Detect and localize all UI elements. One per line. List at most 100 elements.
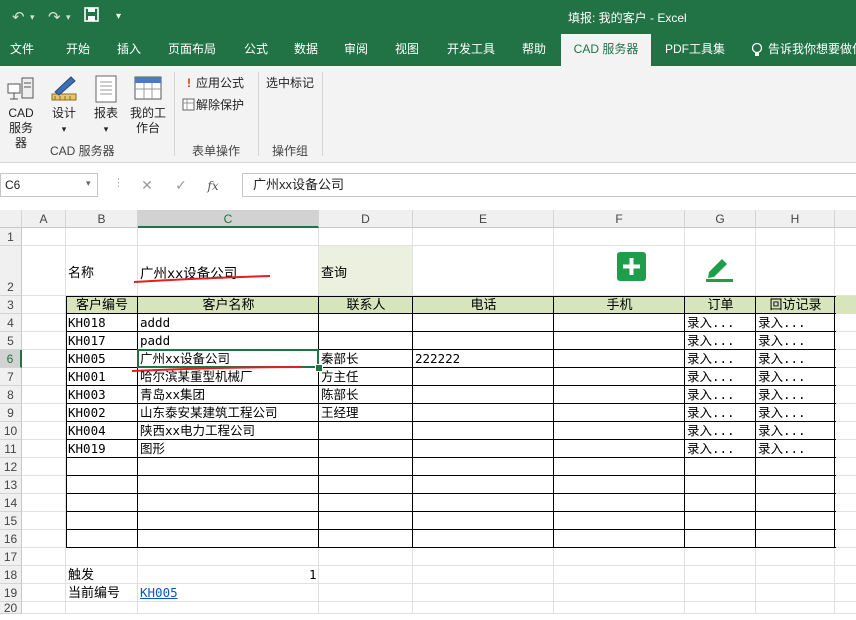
table-cell[interactable]: 录入...	[756, 332, 806, 350]
table-cell[interactable]: 录入...	[685, 368, 735, 386]
row-header-5[interactable]: 5	[0, 332, 22, 350]
tab-insert[interactable]: 插入	[108, 34, 150, 66]
apply-formula-button[interactable]: ! 应用公式	[182, 74, 244, 91]
table-cell[interactable]: 录入...	[756, 422, 806, 440]
cancel-icon[interactable]: ✕	[130, 173, 164, 197]
fill-handle[interactable]	[315, 364, 323, 372]
tab-developer[interactable]: 开发工具	[440, 34, 502, 66]
tell-me-search[interactable]: 告诉我你想要做什	[768, 34, 856, 66]
row-header-3[interactable]: 3	[0, 296, 22, 314]
select-mark-button[interactable]: 选中标记	[266, 74, 314, 91]
row-header-4[interactable]: 4	[0, 314, 22, 332]
row-header-1[interactable]: 1	[0, 228, 22, 246]
row-header-16[interactable]: 16	[0, 530, 22, 548]
apply-formula-label: 应用公式	[196, 76, 245, 90]
column-header-h[interactable]: H	[756, 210, 835, 228]
row-header-13[interactable]: 13	[0, 476, 22, 494]
select-all-corner[interactable]	[0, 210, 22, 228]
chevron-down-icon[interactable]: ▾	[30, 12, 35, 23]
row-header-2[interactable]: 2	[0, 246, 22, 296]
column-header-a[interactable]: A	[22, 210, 66, 228]
table-border	[66, 493, 836, 494]
design-button[interactable]: 设计 ▾	[46, 74, 82, 137]
table-cell: KH002	[68, 405, 106, 420]
column-header-e[interactable]: E	[413, 210, 554, 228]
my-workbench-button[interactable]: 我的工作台	[126, 74, 170, 136]
query-button[interactable]: 查询	[319, 262, 347, 281]
table-cell[interactable]: 录入...	[685, 314, 735, 332]
trigger-value: 1	[309, 567, 317, 582]
tab-formulas[interactable]: 公式	[236, 34, 276, 66]
selected-cell-outline[interactable]	[137, 349, 319, 368]
column-header-d[interactable]: D	[319, 210, 413, 228]
row-header-18[interactable]: 18	[0, 566, 22, 584]
row-header-11[interactable]: 11	[0, 440, 22, 458]
group-divider	[174, 72, 175, 156]
column-header-g[interactable]: G	[685, 210, 756, 228]
chevron-down-icon[interactable]: ▾	[66, 12, 71, 23]
remove-protection-button[interactable]: 解除保护	[182, 96, 244, 114]
customize-toolbar-icon[interactable]: ▾	[116, 11, 121, 22]
row-header-10[interactable]: 10	[0, 422, 22, 440]
row-header-9[interactable]: 9	[0, 404, 22, 422]
report-button[interactable]: 报表 ▾	[88, 74, 124, 137]
table-border	[66, 385, 836, 386]
table-header-7: 回访记录	[756, 296, 835, 314]
tab-file[interactable]: 文件	[0, 34, 44, 66]
table-cell[interactable]: 录入...	[685, 386, 735, 404]
cad-server-button[interactable]: CAD 服务器	[0, 74, 42, 151]
row-header-7[interactable]: 7	[0, 368, 22, 386]
save-icon[interactable]	[84, 7, 99, 26]
add-button[interactable]	[617, 252, 646, 281]
table-cell[interactable]: 录入...	[756, 314, 806, 332]
table-cell: 山东泰安某建筑工程公司	[140, 405, 278, 420]
edit-button[interactable]	[703, 252, 735, 282]
name-input-value[interactable]: 广州xx设备公司	[138, 262, 237, 282]
table-cell[interactable]: 录入...	[756, 386, 806, 404]
column-header-f[interactable]: F	[554, 210, 685, 228]
name-box[interactable]: C6	[0, 173, 98, 197]
column-header-b[interactable]: B	[66, 210, 138, 228]
formula-input[interactable]: 广州xx设备公司	[242, 173, 856, 197]
table-cell[interactable]: 录入...	[756, 368, 806, 386]
table-border	[66, 421, 836, 422]
table-cell[interactable]: 录入...	[685, 350, 735, 368]
tab-help[interactable]: 帮助	[514, 34, 554, 66]
table-cell: KH003	[68, 387, 106, 402]
table-cell[interactable]: 录入...	[685, 332, 735, 350]
redo-icon[interactable]: ↷	[48, 8, 61, 26]
row-header-19[interactable]: 19	[0, 584, 22, 602]
tab-page-layout[interactable]: 页面布局	[160, 34, 224, 66]
undo-icon[interactable]: ↶	[12, 8, 25, 26]
table-cell[interactable]: 录入...	[685, 404, 735, 422]
tab-pdf-tools[interactable]: PDF工具集	[660, 34, 730, 66]
current-id-link[interactable]: KH005	[138, 584, 178, 602]
row-header-6[interactable]: 6	[0, 350, 22, 368]
table-cell[interactable]: 录入...	[756, 350, 806, 368]
tab-view[interactable]: 视图	[387, 34, 427, 66]
table-cell: KH018	[68, 315, 106, 330]
table-cell[interactable]: 录入...	[756, 440, 806, 458]
table-header-3: 联系人	[319, 296, 413, 314]
window-title: 填报: 我的客户 - Excel	[568, 11, 687, 25]
chevron-down-icon[interactable]: ▾	[86, 178, 91, 189]
table-header-2: 客户名称	[138, 296, 319, 314]
table-cell[interactable]: 录入...	[685, 422, 735, 440]
column-header-c[interactable]: C	[138, 210, 319, 228]
gridline-h	[22, 613, 856, 614]
table-cell[interactable]: 录入...	[756, 404, 806, 422]
table-cell[interactable]: 录入...	[685, 440, 735, 458]
row-header-17[interactable]: 17	[0, 548, 22, 566]
tab-home[interactable]: 开始	[56, 34, 100, 66]
row-header-20[interactable]: 20	[0, 602, 22, 614]
tab-data[interactable]: 数据	[286, 34, 326, 66]
tab-review[interactable]: 审阅	[336, 34, 376, 66]
row-header-14[interactable]: 14	[0, 494, 22, 512]
tab-cad-server[interactable]: CAD 服务器	[561, 34, 651, 66]
enter-icon[interactable]: ✓	[164, 173, 198, 197]
ribbon-tabs: 文件 开始 插入 页面布局 公式 数据 审阅 视图 开发工具 帮助 CAD 服务…	[0, 34, 856, 66]
row-header-15[interactable]: 15	[0, 512, 22, 530]
row-header-12[interactable]: 12	[0, 458, 22, 476]
insert-function-icon[interactable]: fx	[198, 174, 228, 198]
row-header-8[interactable]: 8	[0, 386, 22, 404]
